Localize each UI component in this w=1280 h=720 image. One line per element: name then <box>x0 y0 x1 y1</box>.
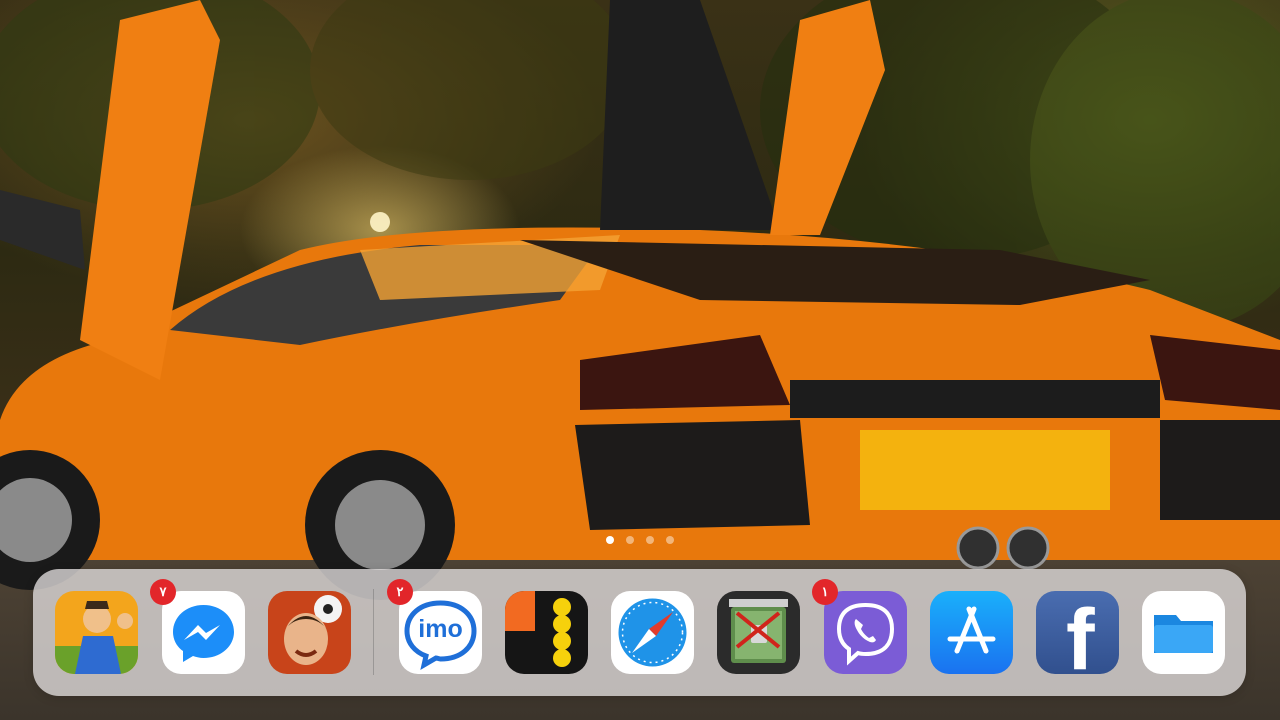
app-dots[interactable] <box>505 591 588 674</box>
app-app-store[interactable] <box>930 591 1013 674</box>
page-dot[interactable] <box>606 536 614 544</box>
viber-phone-icon <box>824 591 907 674</box>
soccer-game-icon <box>268 591 351 674</box>
game-character-icon <box>55 591 138 674</box>
app-game-soccer[interactable] <box>268 591 351 674</box>
app-safari[interactable] <box>611 591 694 674</box>
page-indicator[interactable] <box>0 536 1280 544</box>
notification-badge: ٢ <box>387 579 413 605</box>
app-facebook[interactable]: f <box>1036 591 1119 674</box>
app-store-icon <box>930 591 1013 674</box>
vault-lock-icon <box>717 591 800 674</box>
dots-app-icon <box>505 591 588 674</box>
safari-compass-icon <box>611 591 694 674</box>
page-dot[interactable] <box>626 536 634 544</box>
page-dot[interactable] <box>666 536 674 544</box>
app-imo[interactable]: ٢ imo <box>387 579 482 674</box>
facebook-icon: f <box>1036 591 1119 674</box>
app-messenger[interactable]: ٧ <box>150 579 245 674</box>
notification-badge: ١ <box>812 579 838 605</box>
notification-badge: ٧ <box>150 579 176 605</box>
app-game-brawl[interactable] <box>55 591 138 674</box>
facebook-logo-text: f <box>1066 592 1095 674</box>
app-vault[interactable] <box>717 591 800 674</box>
dock: ٧ ٢ imo ١ f <box>33 569 1246 696</box>
app-viber[interactable]: ١ <box>812 579 907 674</box>
messenger-icon <box>162 591 245 674</box>
files-folder-icon <box>1142 591 1225 674</box>
page-dot[interactable] <box>646 536 654 544</box>
imo-icon: imo <box>399 591 482 674</box>
dock-divider <box>373 589 374 675</box>
app-files[interactable] <box>1142 591 1225 674</box>
imo-logo-text: imo <box>418 615 463 643</box>
